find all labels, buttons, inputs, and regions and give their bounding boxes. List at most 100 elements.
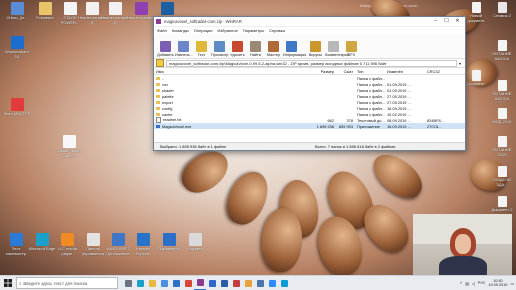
winrar-window[interactable]: magicavoxel_softradar-com.zip - WinRAR –… (153, 16, 466, 151)
chevron-down-icon[interactable]: ▾ (457, 61, 463, 66)
menu-item-operations[interactable]: Операции (194, 28, 213, 33)
column-type[interactable]: Тип (355, 69, 385, 74)
desktop-icon[interactable]: МОДЕЛИ ЗДА... (490, 166, 514, 187)
video-icon (232, 279, 240, 287)
toolbar-button[interactable]: Мастер (265, 41, 282, 57)
desktop-icon-label: Wondershare 10 (5, 50, 29, 59)
toolbar-button[interactable]: SFX (343, 41, 360, 57)
toolbar-button[interactable]: Вирусы (307, 41, 324, 57)
clock[interactable]: 10:30 19.09.2019 (488, 279, 507, 288)
column-crc[interactable]: CRC32 (425, 69, 451, 74)
toolbar-button[interactable]: Тест (193, 41, 210, 57)
taskbar-edge-button[interactable] (134, 276, 146, 290)
menu-item-help[interactable]: Справка (269, 28, 285, 33)
desktop-icon[interactable]: Header.narration (127, 2, 155, 21)
desktop-icon[interactable]: Header.narration (2) (101, 2, 129, 25)
window-titlebar[interactable]: magicavoxel_softradar-com.zip - WinRAR –… (154, 17, 465, 27)
start-button[interactable] (0, 276, 16, 290)
desktop-icon[interactable]: Internet Explorer (129, 233, 157, 256)
taskbar-video-button[interactable] (230, 276, 242, 290)
chevron-up-icon[interactable]: ˄ (460, 281, 462, 285)
menu-item-favorites[interactable]: Избранное (218, 28, 238, 33)
maximize-button[interactable]: ☐ (441, 17, 452, 26)
minimize-button[interactable]: – (430, 17, 441, 26)
taskbar-paint-button[interactable] (242, 276, 254, 290)
column-modified[interactable]: Изменён (385, 69, 425, 74)
toolbar-label: Информация (283, 53, 307, 57)
column-size[interactable]: Размер (304, 69, 336, 74)
desktop-icon[interactable]: ПИТАНИЕ 2019 (490, 136, 514, 157)
toolbar-button[interactable]: Найти (247, 41, 264, 57)
desktop-icon[interactable]: Microsoft Edge (28, 233, 56, 252)
desktop-icon[interactable]: МОД 2019 (490, 108, 514, 125)
desktop-icon-label: ПИТАНИЕ ШКОЛА (492, 52, 512, 61)
taskbar-search[interactable]: ⌕ Введите здесь текст для поиска (16, 277, 118, 289)
taskbar-store-button[interactable] (158, 276, 170, 290)
desktop-icon-label: Internet Explorer (135, 247, 151, 256)
desktop-icon[interactable]: Visual Studio Code (l) (55, 135, 83, 158)
desktop-app-icon (10, 98, 24, 111)
desktop-icon[interactable]: ПИТАНИЕ ШКОЛА (490, 40, 514, 61)
taskbar-chrome-button[interactable] (182, 276, 194, 290)
taskbar-photos-button[interactable] (206, 276, 218, 290)
desktop-icon[interactable]: Wondershare 10 (3, 36, 31, 59)
desktop-icon[interactable]: Документ (464, 70, 488, 87)
archive-path[interactable]: magicavoxel_softradar-com.zip\MagicaVoxe… (166, 59, 457, 67)
file-modified-cell: 10.02.2019 ... (387, 111, 411, 117)
taskbar-word-button[interactable] (218, 276, 230, 290)
desktop-icon[interactable]: Chiwo_(in... (3, 2, 31, 21)
column-packed[interactable]: Сжат (336, 69, 355, 74)
document-icon (471, 70, 481, 81)
desktop-icon[interactable]: WINDOWS 7 Приложение (104, 233, 132, 256)
folder-icon (156, 76, 160, 80)
file-type-cell: Приложение (357, 123, 380, 129)
notifications-icon[interactable]: ▭ (510, 281, 514, 286)
up-folder-button[interactable] (156, 59, 164, 67)
taskbar-zoom-button[interactable] (266, 276, 278, 290)
desktop-icon[interactable]: Корзина (181, 233, 209, 252)
taskbar-mail-button[interactable] (170, 276, 182, 290)
desktop-icon[interactable]: Новый документ (464, 2, 488, 23)
toolbar-button[interactable]: Извлечь... (175, 41, 193, 57)
language-indicator[interactable]: РУС (478, 281, 486, 285)
file-name: MagicaVoxel.exe (162, 123, 192, 129)
toolbar-button[interactable]: Добавить (157, 41, 174, 57)
taskbar-vk-button[interactable] (254, 276, 266, 290)
menu-item-commands[interactable]: Команды (172, 28, 189, 33)
desktop-app-icon (188, 233, 202, 246)
desktop-icon[interactable]: Этот компьютер (2, 233, 30, 256)
file-row[interactable]: MagicaVoxel.exe 1 895 936 859 993 Приложени… (154, 123, 465, 129)
toolbar-button[interactable]: Удалить (229, 41, 246, 57)
desktop-icon[interactable]: Фото МАСТЕР (3, 98, 31, 117)
desktop-icon[interactable]: Снимок 2 (490, 2, 514, 19)
file-name-cell: .. (154, 76, 304, 81)
desktop-icon[interactable]: Folmaster (31, 2, 59, 21)
menu-item-file[interactable]: Файл (157, 28, 167, 33)
desktop-icon[interactable]: Документ 2 (490, 196, 514, 213)
toolbar-button[interactable]: Информация (283, 41, 307, 57)
taskbar-task-view-button[interactable] (122, 276, 134, 290)
file-name: readme.txt (163, 117, 182, 123)
taskbar-winrar-button[interactable] (194, 276, 206, 290)
desktop-icon[interactable]: VLC media player (53, 233, 81, 256)
file-modified-cell: 27.05.2019 ... (387, 93, 411, 99)
file-type-cell: Папка с файл... (357, 99, 385, 105)
toolbar-label: SFX (347, 53, 356, 57)
toolbar-label: Найти (250, 53, 261, 57)
toolbar-label: Мастер (266, 53, 281, 57)
volume-icon[interactable]: ◁ (472, 281, 475, 286)
desktop-icon[interactable]: ПИТАНИЕ ШКОЛА 2019 (490, 80, 514, 102)
close-button[interactable]: ✕ (452, 17, 463, 26)
toolbar-button[interactable]: Комментарий (325, 41, 349, 57)
desktop-app-icon (10, 2, 24, 15)
network-icon[interactable]: ▤ (465, 281, 469, 286)
taskbar-explorer-button[interactable] (146, 276, 158, 290)
desktop-icon[interactable]: Панель управления (79, 233, 107, 256)
menu-item-options[interactable]: Параметры (243, 28, 264, 33)
taskbar-skype-button[interactable] (278, 276, 290, 290)
file-row[interactable]: readme.txt 662 378 Текстовый до... 08.09.201… (154, 117, 465, 123)
desktop-icon[interactable]: Параметры (155, 233, 183, 252)
column-name[interactable]: Имя (154, 69, 304, 74)
file-type-cell: Папка с файл... (357, 111, 385, 117)
toolbar-button[interactable]: Просмотр (211, 41, 228, 57)
